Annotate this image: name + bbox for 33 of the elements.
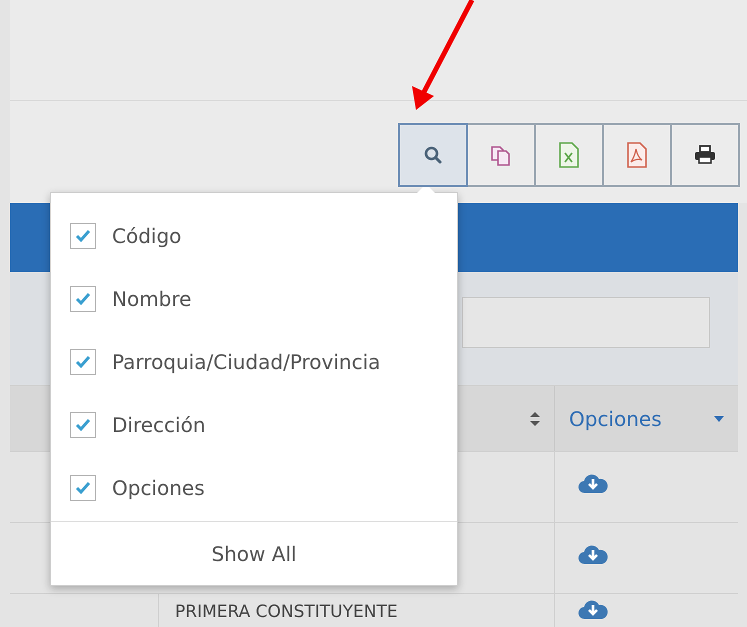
column-toggle[interactable]: Código — [51, 204, 457, 267]
sort-icon[interactable] — [530, 412, 540, 426]
checkbox[interactable] — [70, 222, 96, 248]
column-toggle[interactable]: Dirección — [51, 393, 457, 456]
check-icon — [75, 292, 91, 305]
checkbox[interactable] — [70, 348, 96, 374]
column-header[interactable]: Opciones — [555, 386, 738, 451]
checkbox[interactable] — [70, 474, 96, 500]
check-icon — [75, 229, 91, 242]
excel-export-button[interactable] — [534, 123, 604, 187]
checkbox[interactable] — [70, 412, 96, 438]
column-visibility-button[interactable] — [398, 123, 468, 187]
show-all-button[interactable]: Show All — [51, 522, 457, 585]
pdf-file-icon — [627, 142, 647, 168]
printer-icon — [694, 145, 716, 165]
copy-icon — [490, 143, 512, 167]
checkbox[interactable] — [70, 286, 96, 312]
print-button[interactable] — [670, 123, 740, 187]
spreadsheet-file-icon — [559, 142, 579, 168]
search-icon — [423, 145, 443, 165]
search-field[interactable] — [462, 297, 710, 348]
check-icon — [75, 355, 91, 368]
column-toggle[interactable]: Parroquia/Ciudad/Provincia — [51, 330, 457, 393]
copy-button[interactable] — [466, 123, 536, 187]
check-icon — [75, 418, 91, 431]
caret-icon — [714, 416, 724, 422]
column-toggle[interactable]: Nombre — [51, 267, 457, 330]
check-icon — [75, 481, 91, 494]
cloud-download-icon[interactable] — [578, 472, 608, 494]
column-toggle[interactable]: Opciones — [51, 456, 457, 519]
cloud-download-icon[interactable] — [578, 543, 608, 565]
cloud-download-icon[interactable] — [578, 598, 608, 620]
table-cell-text: PRIMERA CONSTITUYENTE — [174, 601, 398, 622]
